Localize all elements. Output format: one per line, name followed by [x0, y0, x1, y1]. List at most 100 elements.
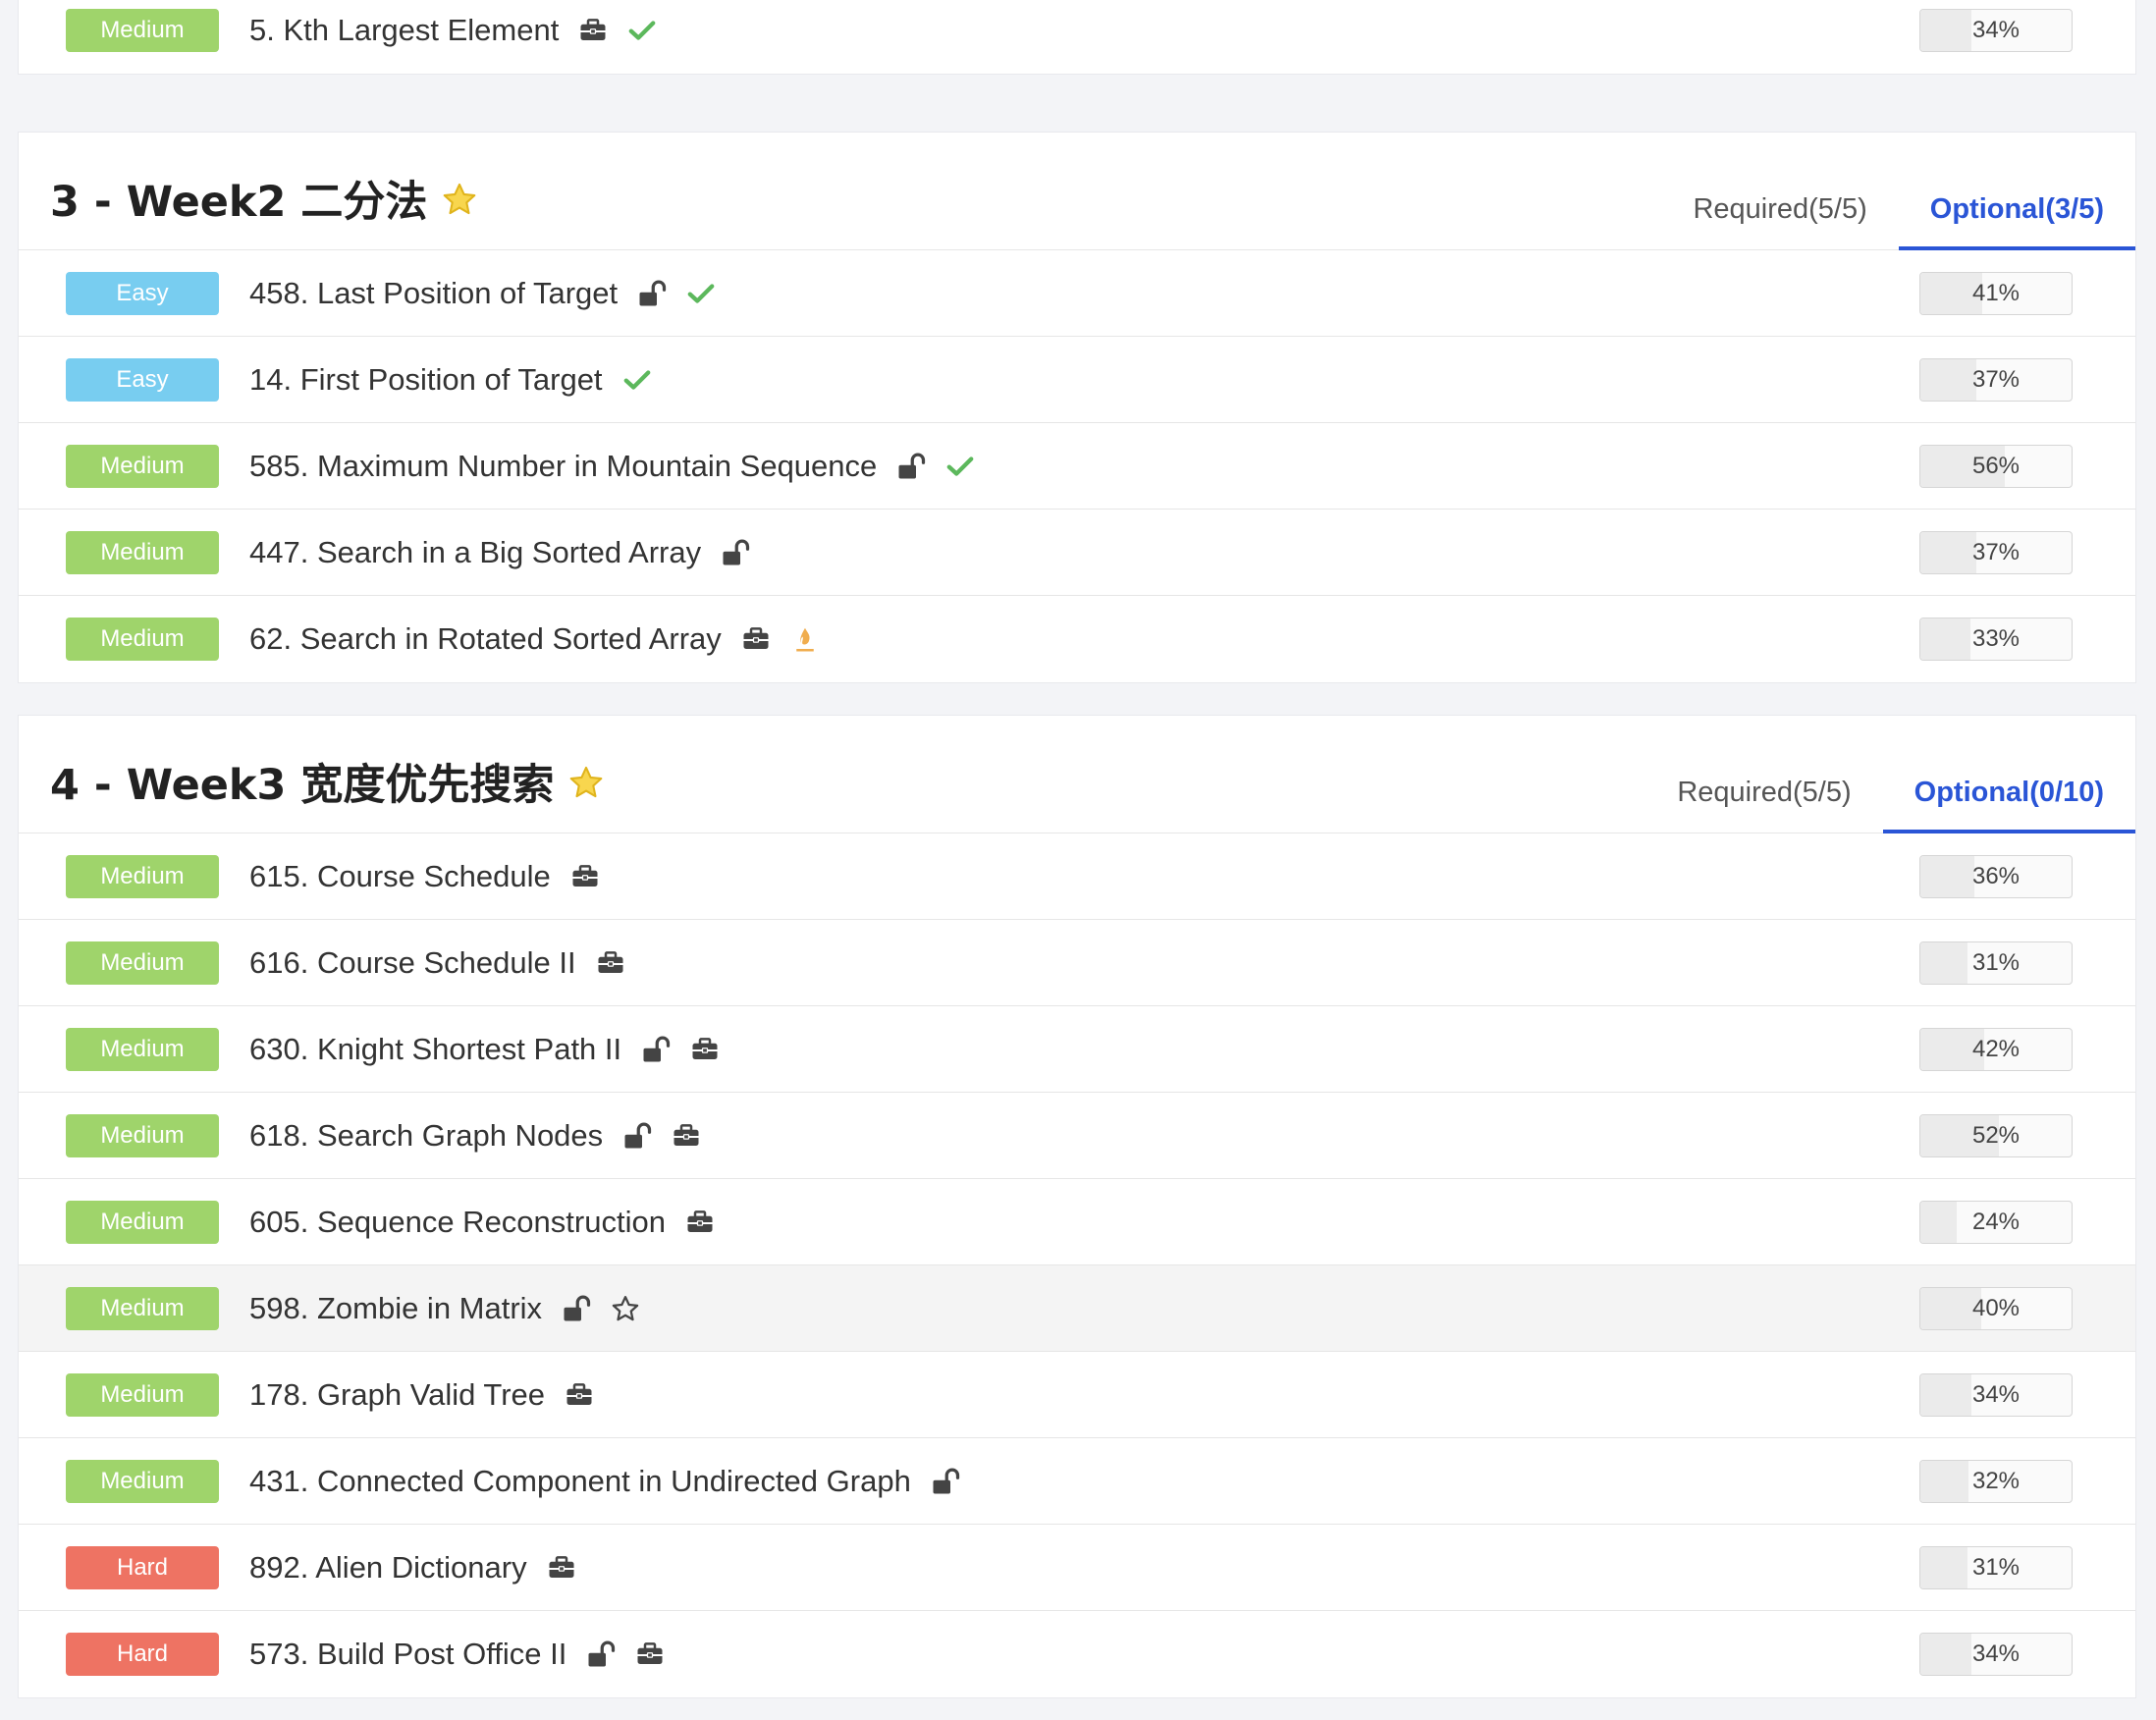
problem-info: 630. Knight Shortest Path II: [249, 1006, 720, 1093]
acceptance-rate-label: 31%: [1971, 949, 2021, 976]
unlock-icon: [641, 1035, 671, 1064]
acceptance-rate-bar: 37%: [1919, 358, 2073, 402]
problem-row[interactable]: Medium 630. Knight Shortest Path II 42%: [19, 1006, 2135, 1093]
difficulty-badge: Medium: [66, 531, 219, 574]
acceptance-rate-label: 42%: [1971, 1036, 2021, 1062]
problem-title-link[interactable]: 618. Search Graph Nodes: [249, 1118, 603, 1154]
acceptance-rate-label: 37%: [1971, 366, 2021, 393]
briefcase-icon: [685, 1208, 715, 1237]
problem-row[interactable]: Medium 605. Sequence Reconstruction 24%: [19, 1179, 2135, 1265]
problem-title-link[interactable]: 605. Sequence Reconstruction: [249, 1205, 666, 1240]
acceptance-rate-label: 56%: [1971, 453, 2021, 479]
problem-info: 5. Kth Largest Element: [249, 0, 657, 74]
problem-info: 431. Connected Component in Undirected G…: [249, 1438, 960, 1525]
difficulty-badge: Medium: [66, 9, 219, 52]
acceptance-rate-label: 34%: [1971, 1640, 2021, 1667]
problem-title-link[interactable]: 598. Zombie in Matrix: [249, 1291, 542, 1326]
briefcase-icon: [741, 624, 771, 654]
acceptance-rate-label: 34%: [1971, 17, 2021, 43]
section-header: 4 - Week3 宽度优先搜索 Required(5/5) Optional(0/…: [19, 716, 2136, 833]
acceptance-rate-bar: 42%: [1919, 1028, 2073, 1071]
problem-title-link[interactable]: 615. Course Schedule: [249, 859, 551, 894]
problem-row[interactable]: Medium 62. Search in Rotated Sorted Array…: [19, 596, 2135, 682]
problem-info: 615. Course Schedule: [249, 833, 600, 920]
problem-row[interactable]: Hard 573. Build Post Office II 34%: [19, 1611, 2135, 1697]
problem-title-link[interactable]: 616. Course Schedule II: [249, 945, 576, 981]
acceptance-rate-bar: 34%: [1919, 1373, 2073, 1417]
problem-info: 598. Zombie in Matrix: [249, 1265, 640, 1352]
problem-row[interactable]: Easy 458. Last Position of Target 41%: [19, 250, 2135, 337]
unlock-icon: [586, 1639, 616, 1669]
problem-info: 62. Search in Rotated Sorted Array: [249, 596, 820, 682]
difficulty-badge: Hard: [66, 1546, 219, 1589]
attempted-icon: [790, 624, 820, 654]
difficulty-badge: Medium: [66, 1287, 219, 1330]
problem-list: Medium 615. Course Schedule 36% Medium 616. …: [19, 833, 2135, 1697]
problem-title-link[interactable]: 178. Graph Valid Tree: [249, 1377, 545, 1413]
acceptance-rate-bar: 24%: [1919, 1201, 2073, 1244]
check-icon: [686, 279, 716, 308]
difficulty-badge: Medium: [66, 618, 219, 661]
section-header: 3 - Week2 二分法 Required(5/5) Optional(3/5): [19, 133, 2136, 250]
problem-row[interactable]: Medium 431. Connected Component in Undire…: [19, 1438, 2135, 1525]
problem-info: 458. Last Position of Target: [249, 250, 716, 337]
problem-row[interactable]: Medium 178. Graph Valid Tree 34%: [19, 1352, 2135, 1438]
problem-title-link[interactable]: 892. Alien Dictionary: [249, 1550, 527, 1586]
acceptance-rate-bar: 31%: [1919, 1546, 2073, 1589]
problem-title-link[interactable]: 585. Maximum Number in Mountain Sequence: [249, 449, 877, 484]
problem-info: 618. Search Graph Nodes: [249, 1093, 701, 1179]
problem-row[interactable]: Medium 598. Zombie in Matrix 40%: [19, 1265, 2135, 1352]
unlock-icon: [562, 1294, 591, 1323]
section-title: 3 - Week2 二分法: [50, 168, 478, 229]
acceptance-rate-bar: 34%: [1919, 1633, 2073, 1676]
briefcase-icon: [635, 1639, 665, 1669]
problem-title-link[interactable]: 62. Search in Rotated Sorted Array: [249, 621, 722, 657]
briefcase-icon: [672, 1121, 701, 1151]
problem-row[interactable]: Medium 585. Maximum Number in Mountain Se…: [19, 423, 2135, 510]
difficulty-badge: Medium: [66, 855, 219, 898]
tab-optional[interactable]: Optional(3/5): [1898, 133, 2136, 250]
acceptance-rate-bar: 36%: [1919, 855, 2073, 898]
briefcase-icon: [565, 1380, 594, 1410]
unlock-icon: [637, 279, 667, 308]
difficulty-badge: Medium: [66, 1201, 219, 1244]
problem-row[interactable]: Hard 892. Alien Dictionary 31%: [19, 1525, 2135, 1611]
favorite-star-icon[interactable]: [567, 763, 605, 800]
acceptance-rate-bar: 52%: [1919, 1114, 2073, 1157]
section-title-text: 4 - Week3 宽度优先搜索: [50, 761, 555, 810]
star-outline-icon[interactable]: [611, 1294, 640, 1323]
acceptance-rate-label: 37%: [1971, 539, 2021, 565]
difficulty-badge: Easy: [66, 272, 219, 315]
tab-optional[interactable]: Optional(0/10): [1882, 716, 2136, 833]
tab-required[interactable]: Required(5/5): [1661, 133, 1898, 249]
problem-row[interactable]: Medium 5. Kth Largest Element 34%: [19, 0, 2135, 74]
problem-info: 585. Maximum Number in Mountain Sequence: [249, 423, 975, 510]
problem-row[interactable]: Medium 616. Course Schedule II 31%: [19, 920, 2135, 1006]
check-icon: [945, 452, 975, 481]
problem-row[interactable]: Medium 615. Course Schedule 36%: [19, 833, 2135, 920]
acceptance-rate-bar: 34%: [1919, 9, 2073, 52]
acceptance-rate-label: 36%: [1971, 863, 2021, 889]
difficulty-badge: Easy: [66, 358, 219, 402]
problem-title-link[interactable]: 5. Kth Largest Element: [249, 13, 559, 48]
problem-title-link[interactable]: 458. Last Position of Target: [249, 276, 618, 311]
problem-row[interactable]: Medium 618. Search Graph Nodes 52%: [19, 1093, 2135, 1179]
problem-row[interactable]: Easy 14. First Position of Target 37%: [19, 337, 2135, 423]
problem-title-link[interactable]: 447. Search in a Big Sorted Array: [249, 535, 701, 570]
acceptance-rate-bar: 41%: [1919, 272, 2073, 315]
problem-info: 616. Course Schedule II: [249, 920, 625, 1006]
acceptance-rate-label: 40%: [1971, 1295, 2021, 1321]
problem-row[interactable]: Medium 447. Search in a Big Sorted Array 3…: [19, 510, 2135, 596]
difficulty-badge: Medium: [66, 1460, 219, 1503]
problem-title-link[interactable]: 14. First Position of Target: [249, 362, 603, 398]
tab-required[interactable]: Required(5/5): [1645, 716, 1882, 833]
difficulty-badge: Medium: [66, 941, 219, 985]
problem-title-link[interactable]: 431. Connected Component in Undirected G…: [249, 1464, 911, 1499]
acceptance-rate-label: 31%: [1971, 1554, 2021, 1581]
favorite-star-icon[interactable]: [441, 180, 478, 217]
problem-title-link[interactable]: 573. Build Post Office II: [249, 1637, 566, 1672]
briefcase-icon: [690, 1035, 720, 1064]
briefcase-icon: [570, 862, 600, 891]
problem-title-link[interactable]: 630. Knight Shortest Path II: [249, 1032, 621, 1067]
section-card: 3 - Week2 二分法 Required(5/5) Optional(3/5) E…: [18, 132, 2136, 683]
